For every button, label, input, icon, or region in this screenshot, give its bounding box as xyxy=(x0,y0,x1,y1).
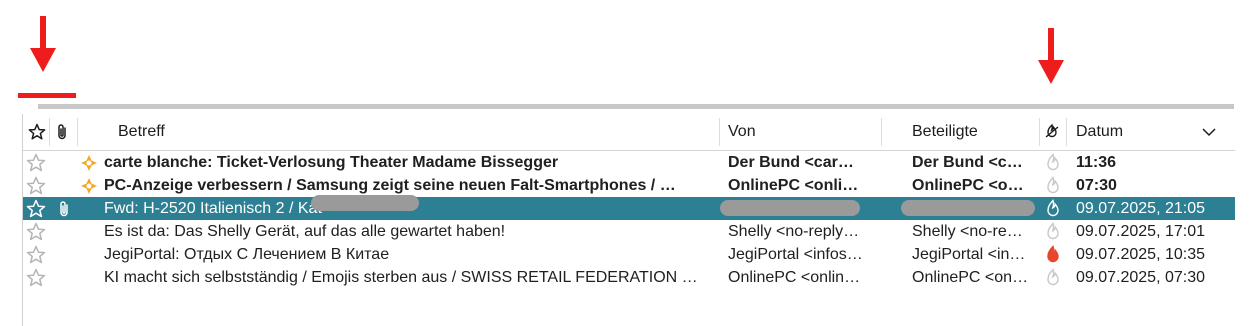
paperclip-column-icon[interactable] xyxy=(55,123,69,141)
subject-column-header[interactable]: Betreff xyxy=(118,114,165,150)
message-subject: JegiPortal: Отдых С Лечением В Китае xyxy=(104,246,390,263)
junk-status-icon[interactable] xyxy=(1044,176,1062,196)
message-date: 09.07.2025, 17:01 xyxy=(1076,223,1206,240)
date-column-header[interactable]: Datum xyxy=(1076,114,1123,150)
message-from: OnlinePC <onli… xyxy=(728,177,859,194)
message-from: Shelly <no-reply… xyxy=(728,223,860,240)
message-subject: PC-Anzeige verbessern / Samsung zeigt se… xyxy=(104,177,676,194)
message-row[interactable]: Es ist da: Das Shelly Gerät, auf das all… xyxy=(23,220,1235,243)
message-row[interactable]: KI macht sich selbstständig / Emojis ste… xyxy=(23,266,1235,289)
message-date: 07:30 xyxy=(1076,177,1117,194)
pane-splitter[interactable] xyxy=(38,104,1234,109)
star-icon[interactable] xyxy=(26,268,46,288)
message-participants: Der Bund <c… xyxy=(912,154,1023,171)
star-icon[interactable] xyxy=(26,176,46,196)
message-subject: Es ist da: Das Shelly Gerät, auf das all… xyxy=(104,223,506,240)
star-icon[interactable] xyxy=(26,199,46,219)
message-date: 09.07.2025, 07:30 xyxy=(1076,269,1206,286)
redaction-mark xyxy=(720,200,860,216)
junk-status-icon[interactable] xyxy=(1044,268,1062,288)
paperclip-icon xyxy=(60,201,68,217)
message-participants: JegiPortal <in… xyxy=(912,246,1026,263)
redaction-mark xyxy=(901,200,1035,216)
message-subject: KI macht sich selbstständig / Emojis ste… xyxy=(104,269,698,286)
redaction-mark xyxy=(311,195,419,211)
message-row[interactable]: PC-Anzeige verbessern / Samsung zeigt se… xyxy=(23,174,1235,197)
message-from: Der Bund <car… xyxy=(728,154,854,171)
junk-status-icon[interactable] xyxy=(1044,153,1062,173)
message-participants: Shelly <no-re… xyxy=(912,223,1023,240)
chevron-down-icon[interactable] xyxy=(1201,125,1217,139)
message-date: 11:36 xyxy=(1076,154,1117,171)
from-column-header[interactable]: Von xyxy=(728,114,756,150)
message-row[interactable]: carte blanche: Ticket-Verlosung Theater … xyxy=(23,151,1235,174)
message-row[interactable]: Fwd: H-2520 Italienisch 2 / Kat 09.07.202… xyxy=(23,195,1235,220)
message-subject: carte blanche: Ticket-Verlosung Theater … xyxy=(104,154,559,171)
message-participants: OnlinePC <on… xyxy=(912,269,1029,286)
mail-client-screenshot: Betreff Von Beteiligte Datum carte blanc… xyxy=(0,0,1254,326)
annotation-arrow-right xyxy=(1038,28,1064,84)
thread-pane: Betreff Von Beteiligte Datum carte blanc… xyxy=(22,114,1235,326)
star-icon[interactable] xyxy=(26,222,46,242)
junk-status-icon[interactable] xyxy=(1044,245,1062,265)
message-participants: OnlinePC <o… xyxy=(912,177,1024,194)
junk-column-icon[interactable] xyxy=(1043,123,1061,141)
message-from: JegiPortal <infos… xyxy=(728,246,863,263)
annotation-underline xyxy=(18,93,76,98)
message-date: 09.07.2025, 10:35 xyxy=(1076,246,1206,263)
star-icon[interactable] xyxy=(26,245,46,265)
junk-status-icon[interactable] xyxy=(1044,199,1062,219)
participants-column-header[interactable]: Beteiligte xyxy=(912,114,978,150)
star-icon[interactable] xyxy=(26,153,46,173)
message-row[interactable]: JegiPortal: Отдых С Лечением В Китае Jegi… xyxy=(23,243,1235,266)
column-header-row: Betreff Von Beteiligte Datum xyxy=(23,114,1235,151)
unread-marker-icon xyxy=(81,178,97,194)
star-column-icon[interactable] xyxy=(28,123,46,141)
junk-status-icon[interactable] xyxy=(1044,222,1062,242)
annotation-arrow-left xyxy=(30,16,56,72)
message-from: OnlinePC <onlin… xyxy=(728,269,861,286)
message-date: 09.07.2025, 21:05 xyxy=(1076,200,1206,217)
unread-marker-icon xyxy=(81,155,97,171)
